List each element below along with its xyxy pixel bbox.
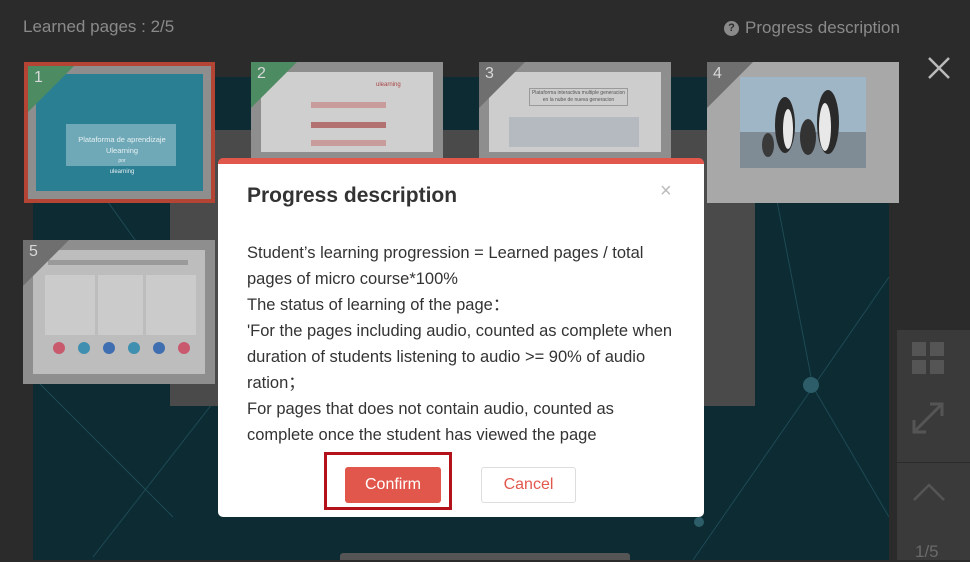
dialog-title: Progress description: [247, 184, 458, 207]
slide-bottom-bar: [340, 553, 630, 560]
close-icon[interactable]: [926, 55, 952, 81]
chevron-up-icon[interactable]: [912, 480, 946, 502]
dialog-close-icon[interactable]: ×: [660, 180, 672, 203]
thumbnail-number: 2: [257, 65, 266, 82]
thumbnail-1-subtitle: Ulearning: [105, 146, 139, 155]
grid-icon[interactable]: [910, 340, 946, 376]
expand-icon[interactable]: [910, 400, 946, 436]
thumbnail-2-brand: ulearning: [376, 82, 401, 88]
progress-formula-text: Student’s learning progression = Learned…: [247, 244, 644, 288]
dialog-body: Student’s learning progression = Learned…: [247, 240, 677, 448]
thumbnail-number: 4: [713, 65, 722, 82]
page-thumbnail-4[interactable]: 4: [707, 62, 899, 203]
status-heading-text: The status of learning of the page：: [247, 296, 510, 314]
progress-description-dialog: Progress description × Student’s learnin…: [218, 158, 704, 517]
thumbnail-1-title: Plataforma de aprendizaje: [78, 135, 166, 144]
audio-rule-text: 'For the pages including audio, counted …: [247, 322, 673, 392]
page-thumbnail-2[interactable]: ulearning 2: [251, 62, 443, 162]
question-circle-icon: ?: [724, 20, 739, 36]
page-indicator: 1/5: [915, 542, 939, 561]
thumbnail-number: 1: [34, 69, 43, 86]
page-thumbnail-3[interactable]: Plataforma interactiva multiple generaci…: [479, 62, 671, 162]
thumbnail-1-brand: ulearning: [109, 169, 135, 175]
thumbnail-number: 3: [485, 65, 494, 82]
thumbnail-preview: [740, 77, 866, 168]
learned-pages-counter: Learned pages : 2/5: [23, 17, 175, 36]
thumbnail-3-heading: Plataforma interactiva multiple generaci…: [529, 88, 628, 106]
cancel-button[interactable]: Cancel: [481, 467, 576, 503]
page-thumbnail-5[interactable]: 5: [23, 240, 215, 384]
page-thumbnail-1[interactable]: Plataforma de aprendizaje Ulearning por …: [24, 62, 215, 203]
thumbnail-number: 5: [29, 243, 38, 260]
progress-description-label: Progress description: [745, 18, 900, 37]
penguins-image: [740, 77, 866, 168]
progress-description-link[interactable]: ? Progress description: [724, 18, 900, 38]
toolbar-divider: [897, 462, 970, 463]
no-audio-rule-text: For pages that does not contain audio, c…: [247, 400, 614, 444]
thumbnail-1-brand-small: por: [118, 158, 126, 164]
confirm-button[interactable]: Confirm: [345, 467, 441, 503]
